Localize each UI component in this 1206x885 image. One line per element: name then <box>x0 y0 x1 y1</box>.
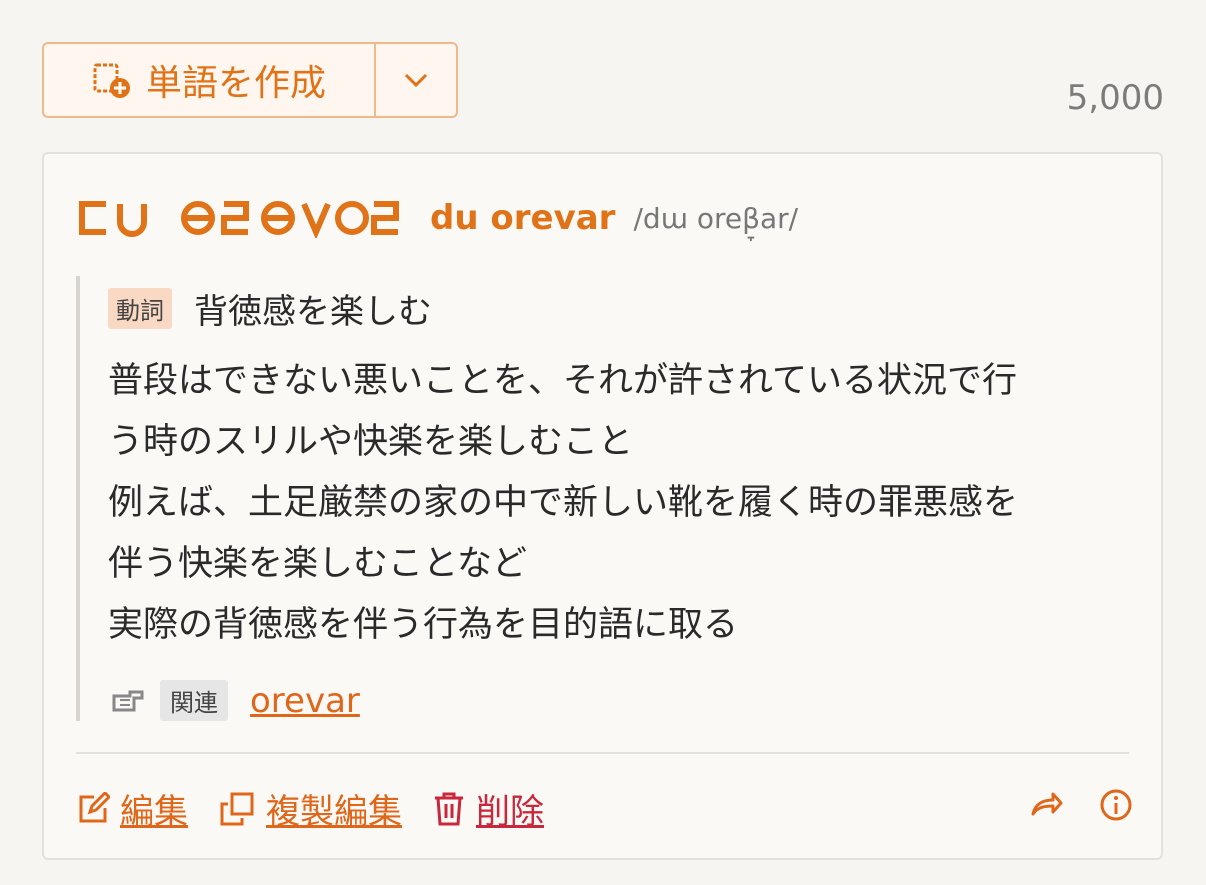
create-word-button[interactable]: 単語を作成 <box>44 44 374 116</box>
pointing-hand-icon <box>112 690 144 711</box>
word-pronunciation: /dɯ oreβ̞ar/ <box>633 201 799 235</box>
duplicate-edit-button[interactable]: 複製編集 <box>218 784 402 833</box>
share-button[interactable] <box>1029 788 1063 822</box>
relation-badge: 関連 <box>160 680 228 721</box>
edit-icon <box>79 791 110 822</box>
word-definition-block: 動詞 背徳感を楽しむ 普段はできない悪いことを、それが許されている状況で行 う時… <box>76 276 1126 721</box>
chevron-down-icon <box>404 73 428 88</box>
description-line: う時のスリルや快楽を楽しむこと <box>108 422 634 462</box>
edit-button[interactable]: 編集 <box>76 784 188 833</box>
delete-label: 削除 <box>476 792 544 832</box>
relation-line: 関連 orevar <box>108 680 360 721</box>
conlang-script-glyphs <box>79 201 399 238</box>
card-secondary-actions <box>1029 788 1133 822</box>
description-line: 実際の背徳感を伴う行為を目的語に取る <box>108 605 739 645</box>
card-actions: 編集 複製編集 削除 <box>76 784 574 833</box>
create-options-dropdown[interactable] <box>374 44 456 116</box>
part-of-speech-badge: 動詞 <box>108 288 172 329</box>
info-button[interactable] <box>1099 788 1133 822</box>
word-name: du orevar <box>430 198 616 238</box>
add-word-icon <box>93 63 130 98</box>
description: 普段はできない悪いことを、それが許されている状況で行 う時のスリルや快楽を楽しむ… <box>108 351 1126 656</box>
card-divider <box>76 752 1129 754</box>
translation-text: 背徳感を楽しむ <box>194 292 432 332</box>
duplicate-label: 複製編集 <box>266 792 402 832</box>
trash-icon <box>435 792 463 825</box>
description-line: 普段はできない悪いことを、それが許されている状況で行 <box>108 361 1017 401</box>
info-icon <box>1100 789 1132 821</box>
related-word-link[interactable]: orevar <box>250 681 360 721</box>
create-word-button-group: 単語を作成 <box>42 42 458 118</box>
description-line: 例えば、土足厳禁の家の中で新しい靴を履く時の罪悪感を <box>108 483 1019 523</box>
duplicate-icon <box>220 792 254 825</box>
word-count: 5,000 <box>1066 78 1164 118</box>
edit-label: 編集 <box>120 792 188 832</box>
delete-button[interactable]: 削除 <box>432 784 544 833</box>
word-entry-card: du orevar /dɯ oreβ̞ar/ 動詞 背徳感を楽しむ 普段はできな… <box>42 152 1163 860</box>
share-icon <box>1031 792 1063 816</box>
description-line: 伴う快楽を楽しむことなど <box>108 544 527 584</box>
create-word-label: 単語を作成 <box>145 63 326 104</box>
headword: du orevar /dɯ oreβ̞ar/ <box>76 198 798 238</box>
